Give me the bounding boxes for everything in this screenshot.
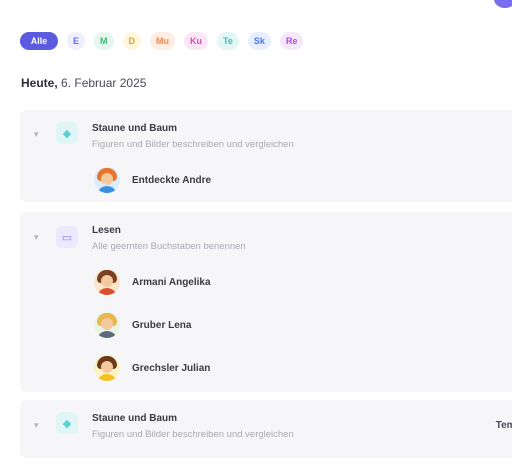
group-title: Lesen — [92, 225, 121, 236]
date-text: 6. Februar 2025 — [57, 76, 147, 90]
avatar — [94, 312, 120, 338]
avatar — [94, 167, 120, 193]
member-name: Grechsler Julian — [132, 362, 211, 374]
list-item[interactable]: Entdeckte Andre — [94, 166, 211, 194]
list-item[interactable]: Gruber Lena — [94, 311, 191, 339]
filter-chip-e[interactable]: E — [67, 32, 86, 50]
group-subtitle: Alle geernten Buchstaben benennen — [92, 241, 246, 252]
filter-chip-m[interactable]: M — [94, 32, 114, 50]
bulb-icon: ◆ — [56, 122, 78, 144]
chevron-down-icon[interactable]: ▾ — [34, 420, 39, 431]
filter-chip-re[interactable]: Re — [279, 32, 304, 50]
avatar[interactable] — [494, 0, 512, 8]
activity-group[interactable]: ▾ ▭ Lesen Alle geernten Buchstaben benen… — [20, 212, 512, 392]
chevron-down-icon[interactable]: ▾ — [34, 129, 39, 140]
group-tag: Tempel — [495, 420, 512, 431]
filter-chip-ku[interactable]: Ku — [184, 32, 209, 50]
group-subtitle: Figuren und Bilder beschreiben und vergl… — [92, 429, 294, 440]
date-heading: Heute, 6. Februar 2025 — [21, 76, 146, 90]
book-icon: ▭ — [56, 226, 78, 248]
member-name: Entdeckte Andre — [132, 174, 212, 186]
group-subtitle: Figuren und Bilder beschreiben und vergl… — [92, 139, 294, 150]
subject-filter-bar: Alle E M D Mu Ku Te Sk Re — [20, 32, 312, 50]
bulb-icon: ◆ — [56, 412, 78, 434]
group-title: Staune und Baum — [92, 123, 178, 134]
filter-chip-te[interactable]: Te — [217, 32, 239, 50]
list-item[interactable]: Armani Angelika — [94, 268, 211, 296]
date-day: Heute, — [21, 76, 58, 90]
filter-chip-d[interactable]: D — [122, 32, 142, 50]
list-item[interactable]: Grechsler Julian — [94, 354, 210, 382]
avatar — [94, 355, 120, 381]
chevron-down-icon[interactable]: ▾ — [34, 232, 39, 243]
filter-chip-mu[interactable]: Mu — [150, 32, 176, 50]
member-name: Gruber Lena — [132, 319, 192, 331]
avatar — [94, 269, 120, 295]
filter-chip-all[interactable]: Alle — [20, 32, 58, 50]
filter-chip-sk[interactable]: Sk — [247, 32, 271, 50]
group-title: Staune und Baum — [92, 413, 178, 424]
activity-group[interactable]: ▾ ◆ Staune und Baum Figuren und Bilder b… — [20, 400, 512, 458]
activity-group[interactable]: ▾ ◆ Staune und Baum Figuren und Bilder b… — [20, 110, 512, 202]
member-name: Armani Angelika — [132, 276, 211, 288]
